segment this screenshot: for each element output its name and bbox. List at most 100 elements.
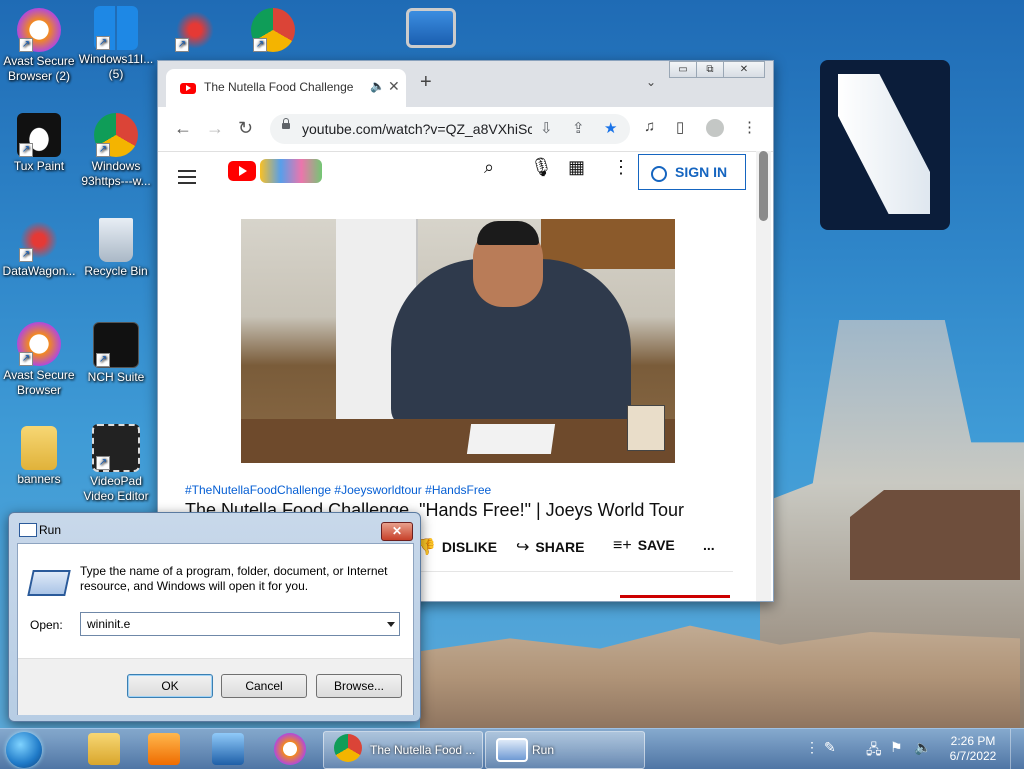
video-plate	[466, 424, 556, 454]
clock-time: 2:26 PM	[950, 734, 996, 748]
share-button[interactable]: ↪ SHARE	[516, 537, 584, 557]
save-button[interactable]: ≡+ SAVE	[613, 537, 675, 555]
sign-in-button[interactable]: SIGN IN	[638, 154, 746, 190]
chrome-icon: ↗	[94, 113, 138, 157]
desktop-icon-windows11[interactable]: ↗ Windows11I... (5)	[77, 6, 155, 82]
system-clock[interactable]: 2:26 PM 6/7/2022	[948, 734, 998, 764]
show-desktop-button[interactable]	[1010, 729, 1024, 769]
reload-icon[interactable]: ↻	[238, 119, 253, 137]
video-inset-thumbnail	[627, 405, 665, 451]
volume-icon[interactable]: 🔈	[914, 739, 931, 756]
taskbar-run-task[interactable]: Run	[485, 731, 645, 769]
video-hashtags[interactable]: #TheNutellaFoodChallenge #Joeysworldtour…	[185, 483, 491, 497]
run-close-button[interactable]: ✕	[381, 522, 413, 541]
profile-avatar-icon[interactable]	[706, 119, 724, 137]
desktop-icon-avast-secure-browser[interactable]: ↗ Avast Secure Browser	[0, 322, 78, 398]
share-arrow-icon: ↪	[516, 539, 530, 556]
share-icon[interactable]: ⇪	[572, 119, 585, 137]
scrollbar[interactable]	[756, 151, 771, 601]
video-player[interactable]	[241, 219, 675, 463]
desktop-icon-computer[interactable]	[392, 8, 470, 50]
open-combobox[interactable]: wininit.e	[80, 612, 400, 636]
tux-paint-icon: ↗	[17, 113, 61, 157]
desktop-icon-nch-suite[interactable]: ↗ NCH Suite	[77, 322, 155, 385]
apps-grid-icon[interactable]: ▦	[568, 157, 585, 178]
ok-button[interactable]: OK	[127, 674, 213, 698]
datawagon-icon: ↗	[173, 8, 217, 52]
speaker-icon[interactable]: 🔈	[370, 79, 385, 93]
address-bar[interactable]: youtube.com/watch?v=QZ_a8VXhiSc ⇩ ⇪ ★	[270, 114, 630, 144]
file-explorer-icon[interactable]	[88, 733, 120, 765]
media-player-icon[interactable]	[148, 733, 180, 765]
install-icon[interactable]: ⇩	[540, 119, 553, 137]
forward-arrow-icon[interactable]: →	[206, 119, 224, 137]
taskbar-chrome-task[interactable]: The Nutella Food ...	[323, 731, 483, 769]
datawagon-icon: ↗	[17, 218, 61, 262]
desktop-icon-datawagon-top[interactable]: ↗	[156, 8, 234, 54]
videopad-icon: ↗	[92, 424, 140, 472]
chrome-menu-icon[interactable]: ⋮	[742, 118, 757, 136]
media-control-icon[interactable]: ♫	[644, 118, 655, 135]
chrome-icon	[334, 734, 362, 762]
youtube-favicon-icon	[180, 83, 196, 94]
avast-browser-taskbar-icon[interactable]	[274, 733, 306, 765]
close-window-button[interactable]: ✕	[723, 61, 765, 78]
maximize-button[interactable]: ⧉	[696, 61, 724, 78]
new-tab-button[interactable]: +	[420, 72, 432, 92]
desktop-icon-recycle-bin[interactable]: Recycle Bin	[77, 218, 155, 279]
desktop-icon-videopad[interactable]: ↗ VideoPad Video Editor	[77, 424, 155, 504]
settings-menu-icon[interactable]: ⋮	[612, 157, 630, 178]
browse-button[interactable]: Browse...	[316, 674, 402, 698]
youtube-doodle-logo[interactable]	[260, 159, 322, 183]
wallpaper-house	[850, 490, 1020, 580]
scrollbar-thumb[interactable]	[759, 151, 768, 221]
open-input[interactable]: wininit.e	[87, 617, 130, 631]
clock-date: 6/7/2022	[949, 749, 997, 763]
url-text[interactable]: youtube.com/watch?v=QZ_a8VXhiSc	[302, 121, 532, 137]
run-icon	[19, 523, 37, 537]
run-titlebar[interactable]: Run ✕	[9, 513, 420, 543]
remote-desktop-icon[interactable]	[212, 733, 244, 765]
subscribe-button-edge[interactable]	[620, 595, 730, 598]
back-arrow-icon[interactable]: ←	[174, 119, 192, 137]
network-icon[interactable]: 🖧	[866, 739, 882, 763]
lock-icon	[282, 118, 290, 129]
bookmark-star-icon[interactable]: ★	[604, 119, 617, 137]
hamburger-menu-icon[interactable]	[178, 170, 196, 188]
desktop-icon-windows93[interactable]: ↗ Windows 93https---w...	[77, 113, 155, 189]
run-program-icon	[27, 570, 71, 596]
tab-youtube[interactable]: The Nutella Food Challenge 🔈 ✕	[166, 69, 406, 107]
chrome-icon: ↗	[251, 8, 295, 52]
desktop-icon-chrome-top[interactable]: ↗	[234, 8, 312, 54]
tray-grip-icon: ⋮	[805, 739, 819, 755]
more-actions-button[interactable]: ...	[703, 537, 715, 553]
toolbar: ← → ↻ youtube.com/watch?v=QZ_a8VXhiSc ⇩ …	[158, 107, 773, 152]
desktop-icon-banners[interactable]: banners	[0, 426, 78, 487]
window-controls: ▭ ⧉ ✕	[669, 61, 765, 79]
desktop-icon-avast-secure-browser-2[interactable]: ↗ Avast Secure Browser (2)	[0, 8, 78, 84]
windows-shield-icon: ↗	[94, 6, 138, 50]
desktop-icon-tux-paint[interactable]: ↗ Tux Paint	[0, 113, 78, 174]
action-center-icon[interactable]: ⚑	[890, 739, 903, 756]
start-button[interactable]	[6, 732, 42, 768]
video-cap	[477, 221, 539, 245]
cancel-button[interactable]: Cancel	[221, 674, 307, 698]
desktop-icon-datawagon[interactable]: ↗ DataWagon...	[0, 218, 78, 279]
dislike-button[interactable]: 👎 DISLIKE	[416, 537, 497, 557]
search-icon[interactable]: ⌕	[484, 157, 494, 178]
playlist-add-icon: ≡+	[613, 537, 632, 554]
run-icon	[496, 738, 528, 762]
minimize-button[interactable]: ▭	[669, 61, 697, 78]
tray-pen-icon[interactable]: ✎	[824, 739, 836, 756]
tab-title: The Nutella Food Challenge	[204, 80, 354, 94]
microphone-icon[interactable]: 🎙	[530, 157, 553, 178]
tab-search-button[interactable]: ⌄	[646, 75, 656, 89]
youtube-logo-icon[interactable]	[228, 161, 256, 181]
tab-strip: The Nutella Food Challenge 🔈 ✕ + ⌄ ▭ ⧉ ✕	[158, 61, 773, 107]
close-tab-icon[interactable]: ✕	[388, 78, 400, 95]
side-panel-icon[interactable]: ▯	[676, 118, 684, 136]
user-icon	[651, 166, 667, 182]
dropdown-arrow-icon[interactable]	[387, 622, 395, 627]
avast-browser-icon: ↗	[17, 8, 61, 52]
run-description: Type the name of a program, folder, docu…	[80, 564, 388, 593]
